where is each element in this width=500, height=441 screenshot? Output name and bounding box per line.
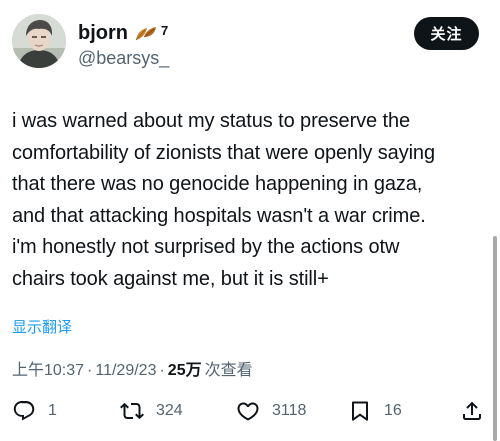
views-count[interactable]: 25万 [168,356,202,380]
views-label[interactable]: 次查看 [205,356,253,380]
tweet-text-line: i was warned about my status to preserve… [12,110,411,132]
repost-count: 324 [156,402,183,419]
name-suffix: 7 [161,22,169,38]
avatar-photo [12,14,66,68]
show-translation-link[interactable]: 显示翻译 [12,316,72,337]
tweet-text-line: chairs took against me, but it is still+ [12,267,329,290]
tweet-date[interactable]: 11/29/23 [95,362,156,380]
reply-count: 1 [48,402,57,419]
action-bar: 1 324 3118 16 [0,396,500,426]
tweet-time[interactable]: 上午10:37 [12,356,84,380]
scrollbar[interactable] [493,236,497,441]
like-button[interactable]: 3118 [236,396,306,426]
bookmark-button[interactable]: 16 [348,396,402,426]
reply-button[interactable]: 1 [12,396,57,426]
bookmark-icon [352,401,368,421]
share-icon [463,401,481,420]
avatar[interactable] [12,14,66,68]
meta-separator: · [159,362,165,379]
meta-separator: · [87,362,93,379]
tweet-detail: bjorn 7 @bearsys_ 关注 i was warned about … [0,0,500,441]
tweet-text-line: comfortability of zionists that were ope… [12,141,435,164]
leaf-emoji-icon: 7 [134,24,168,44]
tweet-text-line: i'm honestly not surprised by the action… [12,236,400,258]
follow-button[interactable]: 关注 [414,17,479,50]
tweet-text-line: that there was no genocide happening in … [12,173,423,195]
display-name[interactable]: bjorn [78,22,128,45]
display-name-row[interactable]: bjorn 7 [78,22,168,45]
bookmark-count: 16 [384,402,402,419]
heart-icon [237,402,259,421]
share-button[interactable] [460,396,484,426]
reply-icon [13,401,35,421]
user-handle[interactable]: @bearsys_ [78,48,169,69]
repost-icon [120,402,144,420]
tweet-meta: 上午10:37 · 11/29/23 · 25万 次查看 [12,356,253,380]
like-count: 3118 [272,402,307,419]
repost-button[interactable]: 324 [120,396,183,426]
tweet-text: i was warned about my status to preserve… [12,106,490,295]
tweet-text-line: and that attacking hospitals wasn't a wa… [12,204,426,227]
